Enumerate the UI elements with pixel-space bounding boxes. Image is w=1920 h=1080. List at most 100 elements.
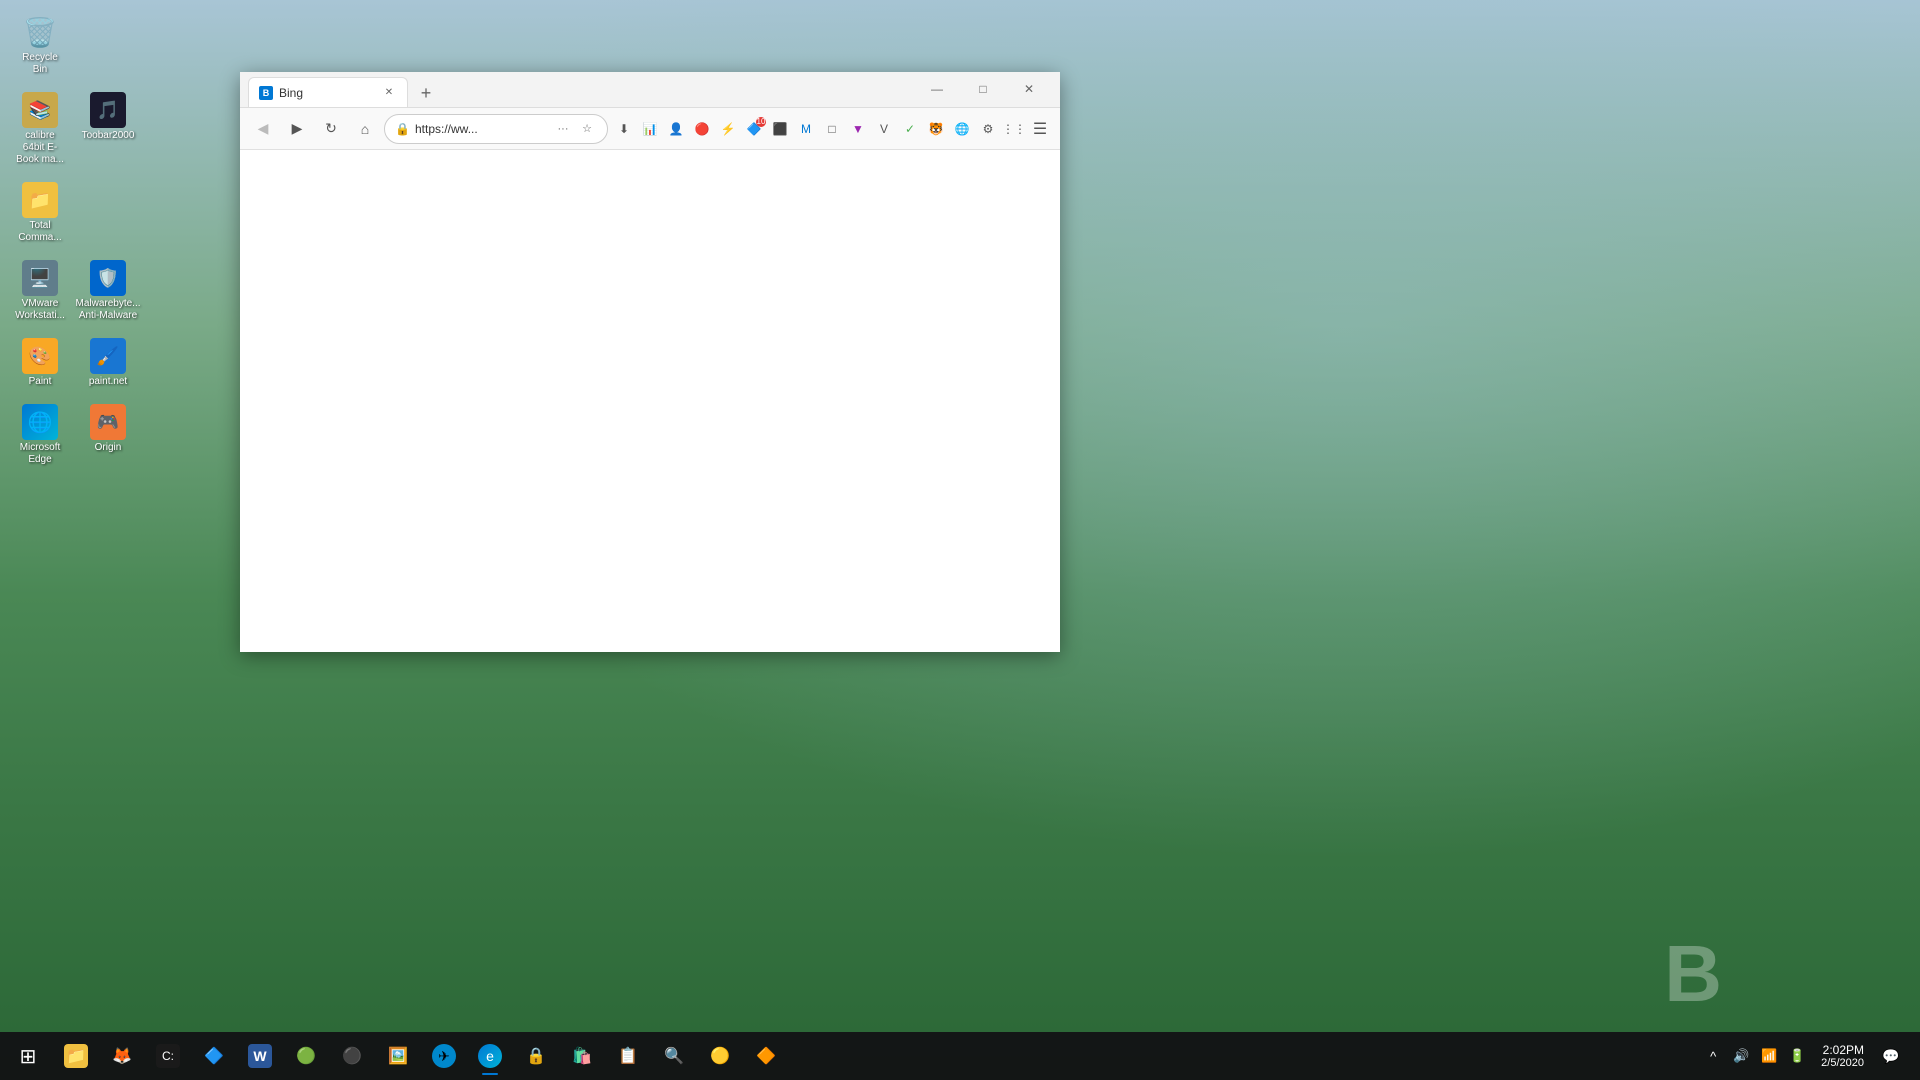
browser-tab-active[interactable]: B Bing ✕ xyxy=(248,77,408,107)
system-tray: ^ 🔊 📶 🔋 2:02PM 2/5/2020 💬 xyxy=(1701,1034,1914,1078)
ext4-icon[interactable]: 🔷 10 xyxy=(742,117,766,141)
desktop-icon-malwarebytes[interactable]: 🛡️ Malwarebyte... Anti-Malware xyxy=(78,256,138,326)
desktop-icon-total-commander[interactable]: 📁 Total Comma... xyxy=(10,178,70,248)
ext6-icon[interactable]: M xyxy=(794,117,818,141)
desktop-icons-area: 🗑️ Recycle Bin 📚 calibre 64bit E-Book ma… xyxy=(10,10,138,470)
ext7-icon[interactable]: □ xyxy=(820,117,844,141)
desktop-icon-paintnet[interactable]: 🖌️ paint.net xyxy=(78,334,138,392)
taskbar-app-firefox[interactable]: 🦊 xyxy=(100,1034,144,1078)
desktop-icon-origin[interactable]: 🎮 Origin xyxy=(78,400,138,470)
ext5-icon[interactable]: ⬛ xyxy=(768,117,792,141)
tray-wifi-icon[interactable]: 📶 xyxy=(1757,1044,1781,1068)
taskbar-app-store[interactable]: 🛍️ xyxy=(560,1034,604,1078)
desktop-icon-toobar[interactable]: 🎵 Toobar2000 xyxy=(78,88,138,170)
app4-icon: 🔷 xyxy=(202,1044,226,1068)
minimize-button[interactable]: — xyxy=(914,71,960,107)
browser-toolbar: ◀ ▶ ↻ ⌂ 🔒 https://ww... ··· ☆ ⬇ 📊 👤 🔴 ⚡ … xyxy=(240,108,1060,150)
ext8-icon[interactable]: ▼ xyxy=(846,117,870,141)
start-icon: ⊞ xyxy=(20,1044,37,1069)
notification-center-button[interactable]: 💬 xyxy=(1876,1034,1906,1078)
taskbar-app-security[interactable]: 🔒 xyxy=(514,1034,558,1078)
app10-icon: 🔶 xyxy=(754,1044,778,1068)
maximize-button[interactable]: □ xyxy=(960,71,1006,107)
ext13-icon[interactable]: ⚙ xyxy=(976,117,1000,141)
tray-chevron[interactable]: ^ xyxy=(1701,1044,1725,1068)
taskbar-app-4[interactable]: 🔷 xyxy=(192,1034,236,1078)
browser-content: Images ··· Sign in 👤 5 ⭐ ☰ xyxy=(240,150,1060,652)
ext14-icon[interactable]: ⋮⋮ xyxy=(1002,117,1026,141)
tracking-prevention-icon[interactable]: ··· xyxy=(553,119,573,139)
desktop-icon-recycle-bin[interactable]: 🗑️ Recycle Bin xyxy=(10,10,70,80)
file-explorer-icon: 📁 xyxy=(64,1044,88,1068)
clock-time: 2:02PM xyxy=(1823,1043,1864,1057)
taskbar-app-telegram[interactable]: ✈ xyxy=(422,1034,466,1078)
menu-button[interactable]: ☰ xyxy=(1028,117,1052,141)
app9-icon: 🟡 xyxy=(708,1044,732,1068)
desktop-icon-label: paint.net xyxy=(89,376,127,388)
desktop-icon-paint[interactable]: 🎨 Paint xyxy=(10,334,70,392)
word-icon: W xyxy=(248,1044,272,1068)
desktop-icon-label: Paint xyxy=(29,376,52,388)
app5-icon: 🟢 xyxy=(294,1044,318,1068)
new-tab-button[interactable]: + xyxy=(412,79,440,107)
tray-battery-icon[interactable]: 🔋 xyxy=(1785,1044,1809,1068)
desktop: 🗑️ Recycle Bin 📚 calibre 64bit E-Book ma… xyxy=(0,0,1920,1080)
address-text: https://ww... xyxy=(415,122,478,136)
start-button[interactable]: ⊞ xyxy=(6,1034,50,1078)
taskbar-app-10[interactable]: 🔶 xyxy=(744,1034,788,1078)
forward-button[interactable]: ▶ xyxy=(282,114,312,144)
ext1-icon[interactable]: 👤 xyxy=(664,117,688,141)
reading-mode-icon[interactable]: 📊 xyxy=(638,117,662,141)
notification-icon: 💬 xyxy=(1882,1048,1899,1065)
back-button[interactable]: ◀ xyxy=(248,114,278,144)
tab-close-button[interactable]: ✕ xyxy=(381,85,397,101)
desktop-icon-ms-edge[interactable]: 🌐 Microsoft Edge xyxy=(10,400,70,470)
address-bar[interactable]: 🔒 https://ww... ··· ☆ xyxy=(384,114,608,144)
desktop-icon-calibre[interactable]: 📚 calibre 64bit E-Book ma... xyxy=(10,88,70,170)
refresh-button[interactable]: ↻ xyxy=(316,114,346,144)
desktop-icon-label: Malwarebyte... Anti-Malware xyxy=(75,298,140,322)
desktop-icon-label: calibre 64bit E-Book ma... xyxy=(14,130,66,166)
download-icon[interactable]: ⬇ xyxy=(612,117,636,141)
desktop-icon-label: Origin xyxy=(95,442,122,454)
ext10-icon[interactable]: ✓ xyxy=(898,117,922,141)
ext11-icon[interactable]: 🐯 xyxy=(924,117,948,141)
taskbar-app-cmd[interactable]: C: xyxy=(146,1034,190,1078)
tab-favicon: B xyxy=(259,86,273,100)
taskbar-app-9[interactable]: 🟡 xyxy=(698,1034,742,1078)
app8-icon: 📋 xyxy=(616,1044,640,1068)
taskbar: ⊞ 📁 🦊 C: 🔷 W 🟢 ⚫ xyxy=(0,1032,1920,1080)
taskbar-app-word[interactable]: W xyxy=(238,1034,282,1078)
taskbar-app-5[interactable]: 🟢 xyxy=(284,1034,328,1078)
search-icon: 🔍 xyxy=(662,1044,686,1068)
taskbar-app-edge[interactable]: e xyxy=(468,1034,512,1078)
ext9-icon[interactable]: V xyxy=(872,117,896,141)
taskbar-app-6[interactable]: ⚫ xyxy=(330,1034,374,1078)
home-button[interactable]: ⌂ xyxy=(350,114,380,144)
app7-icon: 🖼️ xyxy=(386,1044,410,1068)
taskbar-app-8[interactable]: 📋 xyxy=(606,1034,650,1078)
desktop-icon-vmware[interactable]: 🖥️ VMware Workstati... xyxy=(10,256,70,326)
tray-icon-1[interactable]: 🔊 xyxy=(1729,1044,1753,1068)
clock[interactable]: 2:02PM 2/5/2020 xyxy=(1813,1043,1872,1069)
taskbar-app-file-explorer[interactable]: 📁 xyxy=(54,1034,98,1078)
store-icon: 🛍️ xyxy=(570,1044,594,1068)
desktop-icon-label: Microsoft Edge xyxy=(14,442,66,466)
desktop-icon-row-1: 🗑️ Recycle Bin xyxy=(10,10,138,80)
edge-icon: e xyxy=(478,1044,502,1068)
favorites-icon[interactable]: ☆ xyxy=(577,119,597,139)
desktop-icon-label: Total Comma... xyxy=(14,220,66,244)
tab-title: Bing xyxy=(279,86,303,100)
taskbar-apps: 📁 🦊 C: 🔷 W 🟢 ⚫ 🖼️ ✈ xyxy=(54,1034,788,1078)
taskbar-app-search[interactable]: 🔍 xyxy=(652,1034,696,1078)
ext12-icon[interactable]: 🌐 xyxy=(950,117,974,141)
ssl-lock-icon: 🔒 xyxy=(395,122,410,136)
ext3-icon[interactable]: ⚡ xyxy=(716,117,740,141)
firefox-icon: 🦊 xyxy=(110,1044,134,1068)
close-window-button[interactable]: ✕ xyxy=(1006,71,1052,107)
bing-background-watermark: B xyxy=(1664,928,1720,1020)
ext2-icon[interactable]: 🔴 xyxy=(690,117,714,141)
taskbar-app-7[interactable]: 🖼️ xyxy=(376,1034,420,1078)
app6-icon: ⚫ xyxy=(340,1044,364,1068)
desktop-icon-row-4: 🖥️ VMware Workstati... 🛡️ Malwarebyte...… xyxy=(10,256,138,326)
